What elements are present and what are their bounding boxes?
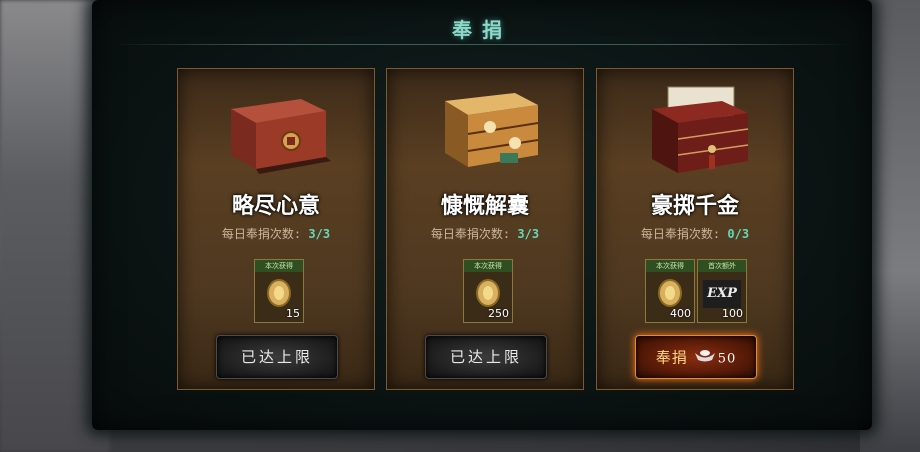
reward-qty: 100 (722, 307, 743, 320)
limit-reached-button[interactable]: 已达上限 (216, 335, 338, 379)
reward-slot[interactable]: 本次获得 400 (645, 259, 695, 323)
panel-title: 奉捐 (452, 18, 512, 42)
reward-slot[interactable]: 首次额外 EXP 100 (697, 259, 747, 323)
daily-count-value: 3/3 (517, 227, 540, 241)
daily-count: 每日奉捐次数: 0/3 (597, 225, 793, 242)
daily-count: 每日奉捐次数: 3/3 (387, 225, 583, 242)
reward-qty: 15 (286, 307, 300, 320)
daily-count-label: 每日奉捐次数: (221, 227, 302, 241)
silver-ingot-icon (694, 336, 716, 378)
reward-qty: 400 (670, 307, 691, 320)
chest-icon (387, 79, 583, 189)
reward-tag: 本次获得 (646, 260, 694, 272)
donation-card-2: 慷慨解囊 每日奉捐次数: 3/3 本次获得 250 已达上限 (386, 68, 584, 390)
reward-tag: 首次额外 (698, 260, 746, 272)
card-title: 豪掷千金 (650, 193, 739, 219)
daily-count-value: 3/3 (308, 227, 331, 241)
reward-qty: 250 (488, 307, 509, 320)
daily-count: 每日奉捐次数: 3/3 (178, 225, 374, 242)
card-title: 略尽心意 (231, 193, 320, 219)
donate-cost: 50 (717, 351, 737, 367)
title-divider (112, 44, 852, 45)
reward-tag: 本次获得 (464, 260, 512, 272)
daily-count-label: 每日奉捐次数: (640, 227, 721, 241)
donation-card-3: 豪掷千金 每日奉捐次数: 0/3 本次获得 400 首次额外 EXP 100 奉… (596, 68, 794, 390)
chest-icon (597, 79, 793, 189)
daily-count-value: 0/3 (727, 227, 750, 241)
donate-label: 奉捐 (655, 348, 688, 367)
reward-slot[interactable]: 本次获得 15 (254, 259, 304, 323)
exp-icon: EXP (703, 280, 741, 308)
donate-button[interactable]: 奉捐 50 (635, 335, 757, 379)
daily-count-label: 每日奉捐次数: (430, 227, 511, 241)
card-title: 慷慨解囊 (440, 193, 529, 219)
donation-card-1: 略尽心意 每日奉捐次数: 3/3 本次获得 15 已达上限 (177, 68, 375, 390)
limit-reached-button[interactable]: 已达上限 (425, 335, 547, 379)
reward-tag: 本次获得 (255, 260, 303, 272)
chest-icon (178, 79, 374, 189)
reward-slot[interactable]: 本次获得 250 (463, 259, 513, 323)
